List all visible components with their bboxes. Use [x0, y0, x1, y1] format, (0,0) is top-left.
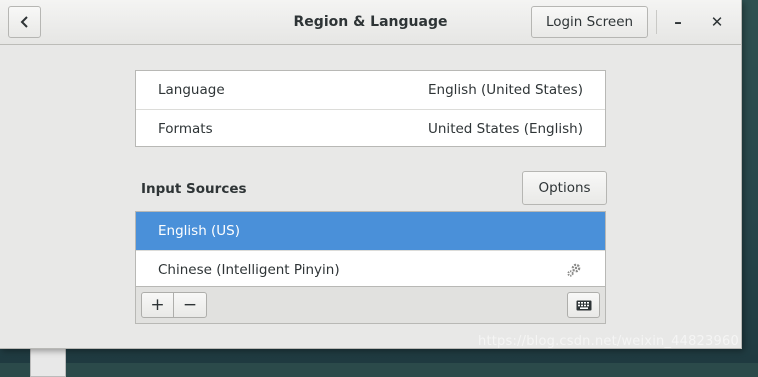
gear-icon[interactable] — [565, 261, 583, 279]
language-formats-list: Language English (United States) Formats… — [135, 70, 606, 147]
input-sources-toolbar: + − — [136, 286, 605, 323]
header-bar: Region & Language Login Screen – ✕ — [0, 0, 741, 45]
keyboard-icon — [576, 300, 591, 310]
add-input-source-button[interactable]: + — [141, 292, 174, 318]
remove-input-source-button[interactable]: − — [173, 292, 207, 318]
input-source-label: Chinese (Intelligent Pinyin) — [158, 261, 340, 278]
watermark-text: https://blog.csdn.net/weixin_44823960 — [478, 334, 739, 349]
show-keyboard-layout-button[interactable] — [567, 292, 600, 318]
input-source-item-english[interactable]: English (US) — [136, 212, 605, 250]
row-label: Formats — [158, 120, 213, 137]
language-row[interactable]: Language English (United States) — [136, 71, 605, 109]
input-sources-heading: Input Sources — [141, 181, 247, 197]
close-button[interactable]: ✕ — [703, 8, 731, 36]
minimize-button[interactable]: – — [664, 8, 692, 36]
input-sources-list: English (US) Chinese (Intelligent Pinyin… — [135, 211, 606, 324]
header-separator — [656, 10, 657, 34]
settings-window: Region & Language Login Screen – ✕ Langu… — [0, 0, 742, 349]
desktop-file-icon[interactable] — [30, 345, 66, 377]
login-screen-button[interactable]: Login Screen — [531, 6, 648, 38]
input-source-item-chinese[interactable]: Chinese (Intelligent Pinyin) — [136, 250, 605, 288]
formats-row[interactable]: Formats United States (English) — [136, 109, 605, 147]
input-source-label: English (US) — [158, 223, 241, 239]
row-value: English (United States) — [428, 82, 583, 98]
row-value: United States (English) — [428, 120, 583, 137]
row-label: Language — [158, 82, 225, 98]
options-button[interactable]: Options — [522, 171, 607, 205]
